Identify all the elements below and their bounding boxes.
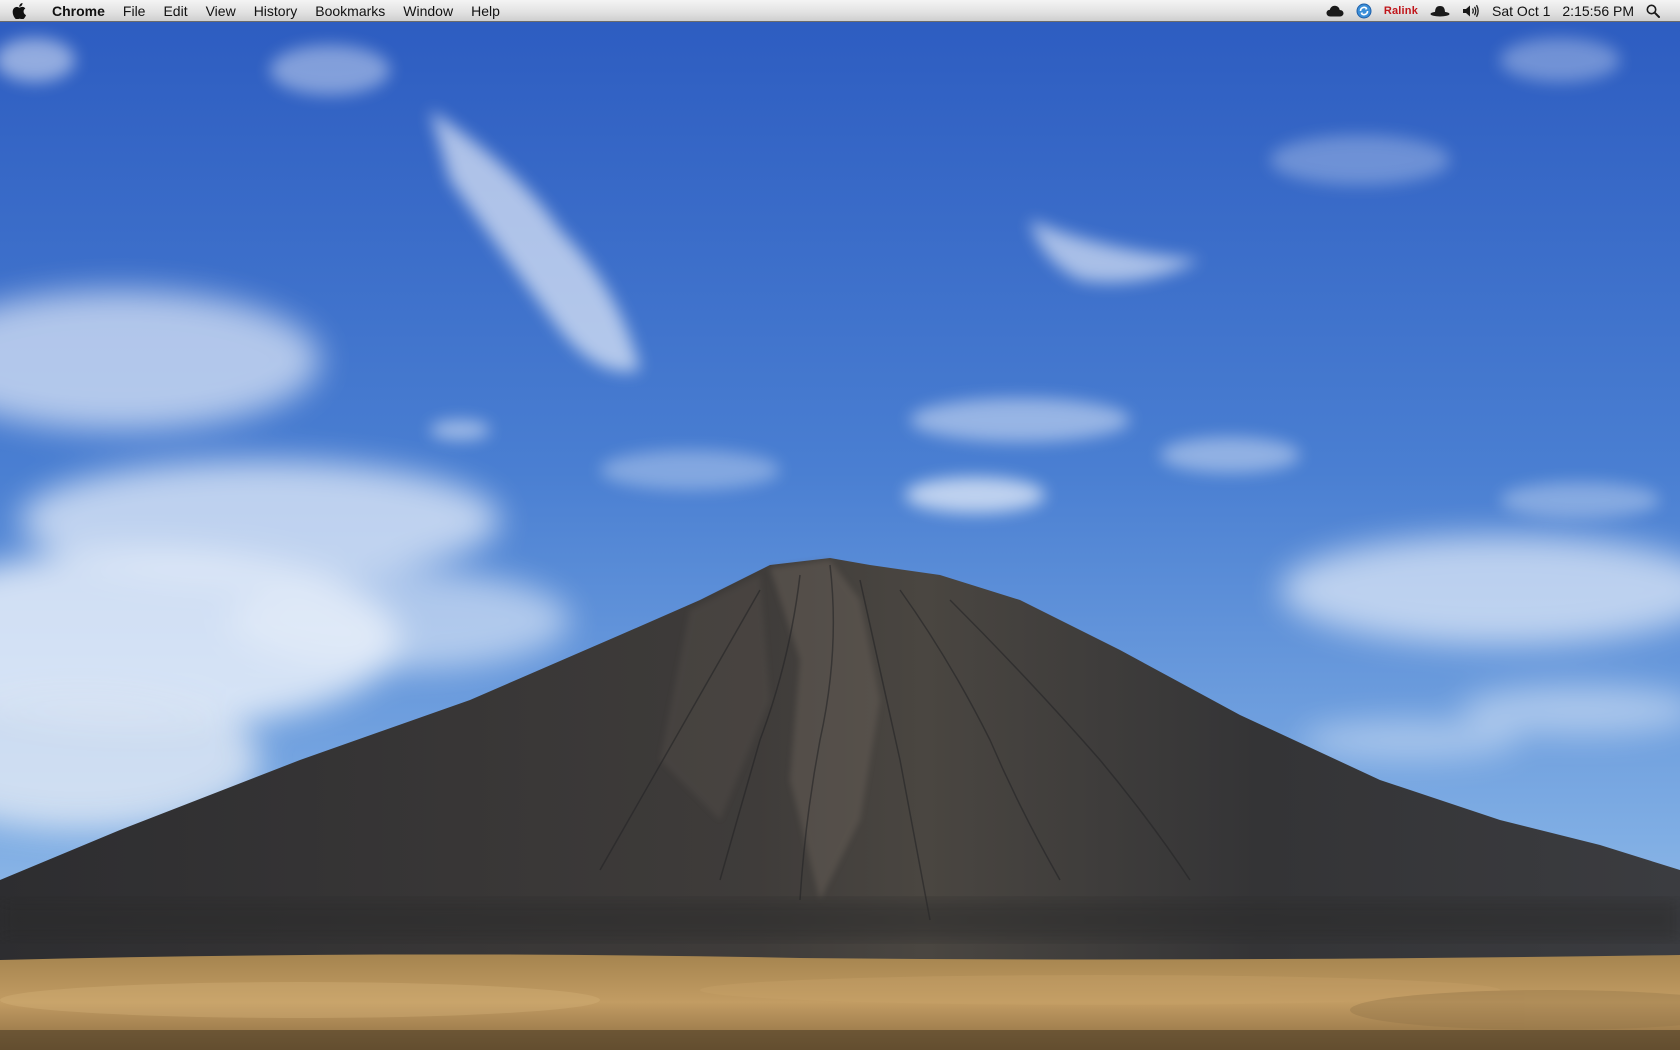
spotlight-search-icon[interactable] <box>1640 0 1666 22</box>
menu-app-chrome[interactable]: Chrome <box>42 0 114 22</box>
cloud-icon[interactable] <box>1320 0 1350 22</box>
menu-view[interactable]: View <box>197 0 245 22</box>
menu-history[interactable]: History <box>245 0 307 22</box>
menu-bookmarks[interactable]: Bookmarks <box>306 0 394 22</box>
ralink-label: Ralink <box>1383 4 1419 17</box>
menu-window[interactable]: Window <box>394 0 462 22</box>
clock-date[interactable]: Sat Oct 1 <box>1486 0 1556 22</box>
menu-bar-status-area: Ralink Sat Oct 1 2:15:56 PM <box>1320 0 1680 22</box>
sync-icon[interactable] <box>1350 0 1378 22</box>
time-text: 2:15:56 PM <box>1562 2 1634 19</box>
desktop-wallpaper <box>0 0 1680 1050</box>
desktop: Chrome File Edit View History Bookmarks … <box>0 0 1680 1050</box>
hat-icon[interactable] <box>1424 0 1456 22</box>
menu-bar: Chrome File Edit View History Bookmarks … <box>0 0 1680 22</box>
volume-icon[interactable] <box>1456 0 1486 22</box>
menu-edit[interactable]: Edit <box>154 0 196 22</box>
apple-icon[interactable] <box>12 0 42 22</box>
date-text: Sat Oct 1 <box>1492 2 1551 19</box>
menu-bar-left: Chrome File Edit View History Bookmarks … <box>0 0 509 22</box>
menu-file[interactable]: File <box>114 0 155 22</box>
clock-time[interactable]: 2:15:56 PM <box>1556 0 1640 22</box>
ralink-wifi-status[interactable]: Ralink <box>1378 0 1424 22</box>
menu-help[interactable]: Help <box>462 0 509 22</box>
